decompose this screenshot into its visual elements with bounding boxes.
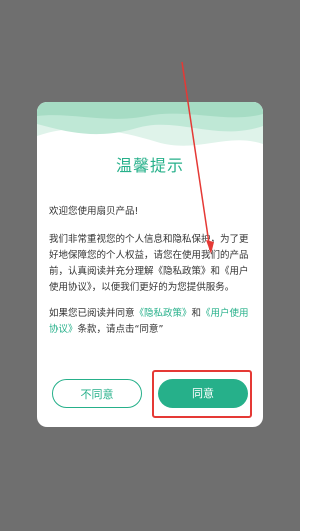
- agree-highlight-annotation: [152, 370, 252, 418]
- dialog-content: 欢迎您使用扇贝产品! 我们非常重视您的个人信息和隐私保护，为了更好地保障您的个人…: [49, 204, 253, 348]
- screen-overlay: 温馨提示 欢迎您使用扇贝产品! 我们非常重视您的个人信息和隐私保护，为了更好地保…: [0, 0, 300, 531]
- privacy-policy-link[interactable]: 《隐私政策》: [135, 308, 192, 319]
- consent-text: 如果您已阅读并同意《隐私政策》和《用户使用协议》条款，请点击“同意”: [49, 306, 253, 338]
- consent-text-before: 如果您已阅读并同意: [49, 308, 135, 319]
- disagree-button[interactable]: 不同意: [52, 379, 142, 408]
- consent-text-and: 和: [191, 308, 202, 319]
- greeting-text: 欢迎您使用扇贝产品!: [49, 206, 139, 217]
- dialog-title: 温馨提示: [115, 156, 184, 175]
- consent-text-after: 条款，请点击“同意”: [77, 324, 164, 335]
- privacy-description: 我们非常重视您的个人信息和隐私保护，为了更好地保障您的个人权益，请您在使用我们的…: [49, 234, 249, 293]
